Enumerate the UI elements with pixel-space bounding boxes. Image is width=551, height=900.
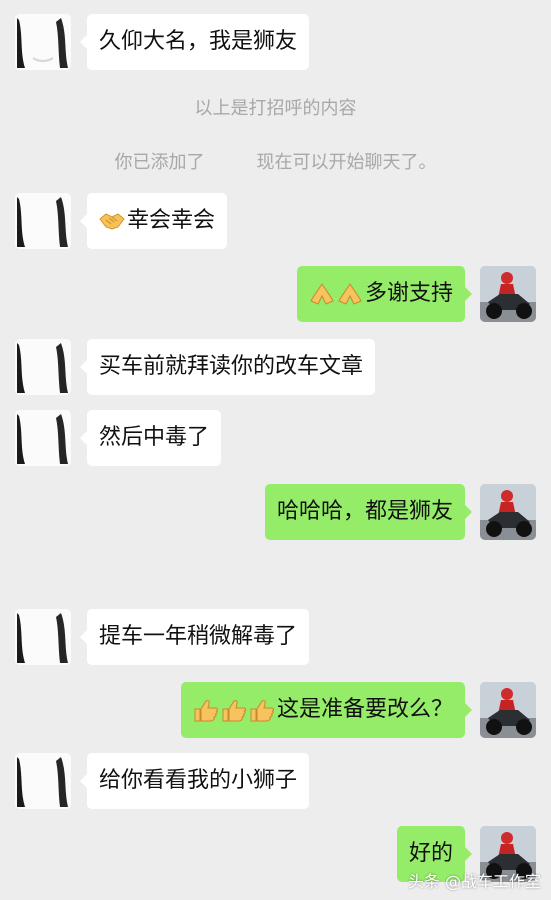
system-notice-text-after: 现在可以开始聊天了。 bbox=[256, 152, 437, 173]
outgoing-message[interactable]: 多谢支持 bbox=[296, 266, 473, 322]
motorcycle-rider-avatar[interactable] bbox=[480, 266, 536, 322]
message-text: 幸会幸会 bbox=[127, 208, 216, 233]
contact-avatar[interactable] bbox=[15, 410, 71, 466]
incoming-message[interactable]: 提车一年稍微解毒了 bbox=[79, 609, 310, 665]
message-text: 然后中毒了 bbox=[99, 425, 210, 450]
system-notice-text-before: 你已添加了 bbox=[114, 152, 205, 173]
incoming-message[interactable]: 买车前就拜读你的改车文章 bbox=[79, 339, 376, 395]
chat-view: 久仰大名，我是狮友 以上是打招呼的内容 你已添加了 现在可以开始聊天了。 幸会幸会 bbox=[0, 0, 551, 900]
handshake-emoji bbox=[99, 210, 125, 232]
message-text: 多谢支持 bbox=[364, 281, 453, 306]
contact-avatar[interactable] bbox=[15, 753, 71, 809]
contact-avatar[interactable] bbox=[15, 193, 71, 249]
message-text: 提车一年稍微解毒了 bbox=[99, 624, 298, 649]
message-text: 久仰大名，我是狮友 bbox=[99, 29, 298, 54]
outgoing-message[interactable]: 哈哈哈，都是狮友 bbox=[264, 484, 473, 540]
thumbs-up-emoji bbox=[193, 698, 219, 722]
folded-hands-emoji bbox=[337, 283, 363, 305]
system-notice-greeting: 以上是打招呼的内容 bbox=[0, 94, 551, 120]
incoming-message[interactable]: 久仰大名，我是狮友 bbox=[79, 14, 310, 70]
thumbs-up-emoji bbox=[221, 698, 247, 722]
message-text: 买车前就拜读你的改车文章 bbox=[99, 354, 364, 379]
incoming-message[interactable]: 给你看看我的小狮子 bbox=[79, 753, 310, 809]
contact-avatar[interactable] bbox=[15, 339, 71, 395]
motorcycle-rider-avatar[interactable] bbox=[480, 682, 536, 738]
system-notice-added: 你已添加了 现在可以开始聊天了。 bbox=[0, 148, 551, 174]
thumbs-up-emoji bbox=[249, 698, 275, 722]
message-text: 好的 bbox=[408, 841, 453, 866]
system-notice-text: 以上是打招呼的内容 bbox=[194, 98, 357, 119]
folded-hands-emoji bbox=[309, 283, 335, 305]
motorcycle-rider-avatar[interactable] bbox=[480, 484, 536, 540]
message-text: 给你看看我的小狮子 bbox=[99, 768, 298, 793]
message-text: 这是准备要改么？ bbox=[276, 697, 453, 722]
outgoing-message[interactable]: 这是准备要改么？ bbox=[180, 682, 473, 738]
incoming-message[interactable]: 然后中毒了 bbox=[79, 410, 222, 466]
watermark: 头条 @战车工作室 bbox=[407, 872, 541, 891]
contact-avatar[interactable] bbox=[15, 609, 71, 665]
incoming-message[interactable]: 幸会幸会 bbox=[79, 193, 228, 249]
contact-avatar[interactable] bbox=[15, 14, 71, 70]
message-text: 哈哈哈，都是狮友 bbox=[276, 499, 453, 524]
